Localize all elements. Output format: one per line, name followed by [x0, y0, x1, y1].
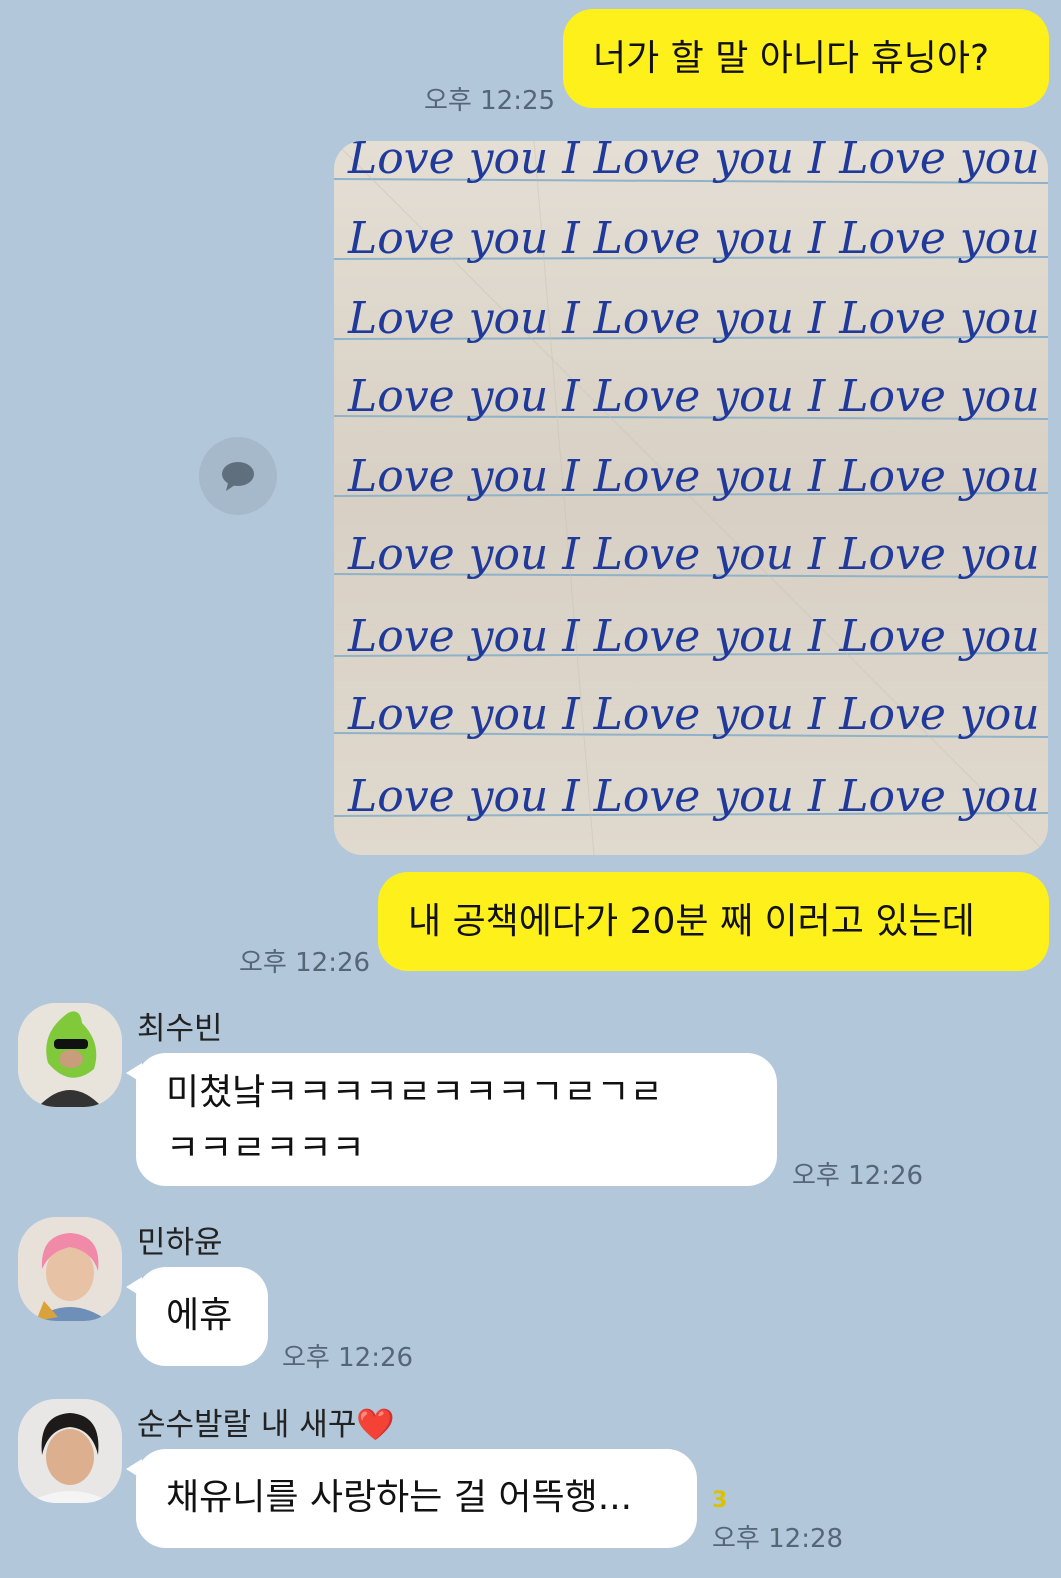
message-time: 오후 12:25: [424, 86, 556, 116]
avatar[interactable]: [18, 1217, 122, 1321]
incoming-message-bubble[interactable]: 미쳤낰ㅋㅋㅋㅋㄹㅋㅋㅋㄱㄹㄱㄹ ㅋㅋㄹㅋㅋㅋ: [126, 1053, 777, 1186]
message-time: 오후 12:26: [239, 948, 371, 978]
outgoing-message-bubble[interactable]: 너가 할 말 아니다 휴닝아?: [563, 9, 1049, 108]
message-time: 오후 12:26: [792, 1161, 924, 1191]
message-text: 너가 할 말 아니다 휴닝아?: [593, 37, 990, 79]
share-button[interactable]: [199, 437, 277, 515]
shared-photo[interactable]: Love you I Love you I Love you Love you …: [334, 141, 1048, 855]
sender-name-text: 순수발랄 내 새꾸: [137, 1407, 357, 1443]
photo-line: Love you I Love you I Love you: [348, 141, 1040, 184]
sender-name: 민하윤: [137, 1225, 223, 1261]
avatar[interactable]: [18, 1399, 122, 1503]
avatar[interactable]: [18, 1003, 122, 1107]
photo-line: Love you I Love you I Love you: [348, 771, 1040, 822]
photo-line: Love you I Love you I Love you: [348, 611, 1040, 662]
heart-icon: ❤️: [356, 1407, 395, 1443]
photo-line: Love you I Love you I Love you: [348, 529, 1040, 580]
speech-bubble-icon: [222, 462, 254, 491]
photo-line: Love you I Love you I Love you: [348, 689, 1040, 740]
unread-count: 3: [712, 1488, 728, 1513]
incoming-message-bubble[interactable]: 에휴: [126, 1267, 268, 1366]
message-time: 오후 12:26: [282, 1343, 414, 1373]
outgoing-message-bubble[interactable]: 내 공책에다가 20분 째 이러고 있는데: [378, 872, 1049, 971]
sender-name: 순수발랄 내 새꾸❤️: [137, 1399, 395, 1444]
photo-line: Love you I Love you I Love you: [348, 371, 1040, 422]
message-time: 오후 12:28: [712, 1524, 844, 1554]
photo-line: Love you I Love you I Love you: [348, 293, 1040, 344]
avatar-image: [18, 1217, 122, 1321]
photo-line: Love you I Love you I Love you: [348, 451, 1040, 502]
avatar-image: [18, 1399, 122, 1503]
incoming-message-bubble[interactable]: 채유니를 사랑하는 걸 어뜩행...: [126, 1449, 697, 1548]
sender-name: 최수빈: [137, 1011, 223, 1047]
photo-line: Love you I Love you I Love you: [348, 213, 1040, 264]
avatar-image: [18, 1003, 122, 1107]
message-text: 내 공책에다가 20분 째 이러고 있는데: [408, 900, 975, 942]
